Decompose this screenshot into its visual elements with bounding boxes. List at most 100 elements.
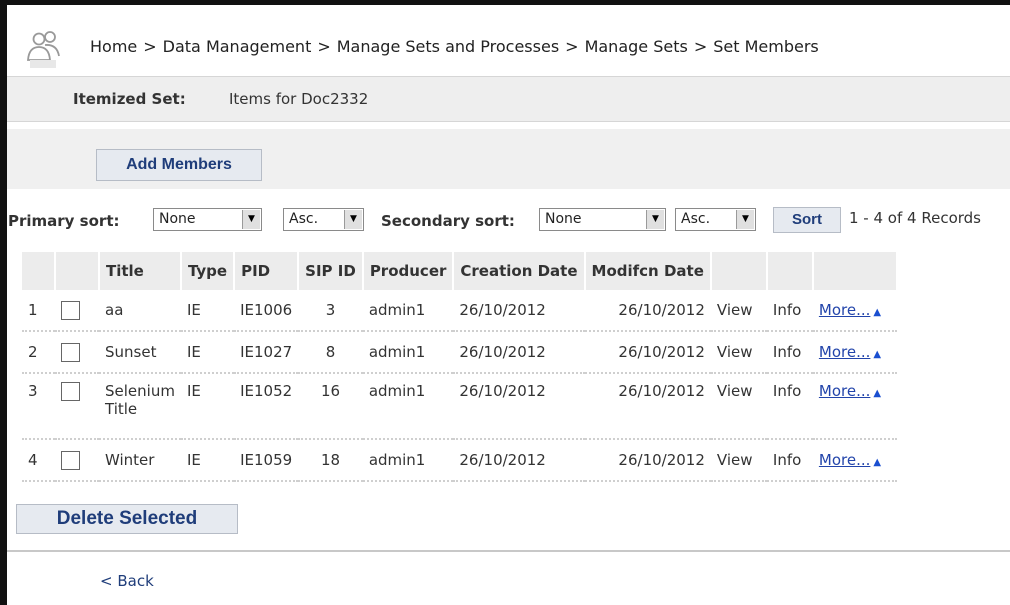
more-link[interactable]: More... <box>819 301 871 319</box>
primary-sort-label: Primary sort: <box>8 212 120 230</box>
row-select-cell <box>55 439 99 482</box>
triangle-up-icon[interactable]: ▲ <box>873 388 881 399</box>
table-row: 2 Sunset IE IE1027 8 admin1 26/10/2012 2… <box>22 331 897 374</box>
header-select <box>55 252 100 290</box>
members-table: Title Type PID SIP ID Producer Creation … <box>22 252 898 482</box>
records-count: 1 - 4 of 4 Records <box>849 209 981 227</box>
row-type: IE <box>180 331 235 374</box>
row-more-cell: More... ▲ <box>812 439 897 482</box>
more-link[interactable]: More... <box>819 343 871 361</box>
header-creation-date[interactable]: Creation Date <box>453 252 586 290</box>
view-link[interactable]: View <box>717 382 753 400</box>
triangle-up-icon[interactable]: ▲ <box>873 307 881 318</box>
row-checkbox[interactable] <box>61 450 80 470</box>
add-members-button[interactable]: Add Members <box>96 149 262 181</box>
more-link[interactable]: More... <box>819 382 871 400</box>
table-row: 1 aa IE IE1006 3 admin1 26/10/2012 26/10… <box>22 290 897 332</box>
row-pid: IE1052 <box>234 373 299 440</box>
secondary-order-select[interactable]: Asc. ▼ <box>675 208 756 231</box>
row-creation-date: 26/10/2012 <box>453 331 585 374</box>
dropdown-arrow-icon: ▼ <box>242 210 260 229</box>
table-row: 4 Winter IE IE1059 18 admin1 26/10/2012 … <box>22 439 897 482</box>
row-modification-date: 26/10/2012 <box>584 290 711 332</box>
view-link[interactable]: View <box>717 343 753 361</box>
primary-sort-value: None <box>159 211 196 227</box>
info-link[interactable]: Info <box>773 301 801 319</box>
set-info-bar: Itemized Set: Items for Doc2332 <box>7 76 1010 122</box>
dropdown-arrow-icon: ▼ <box>736 210 754 229</box>
row-pid: IE1059 <box>234 439 299 482</box>
row-checkbox[interactable] <box>61 382 80 401</box>
breadcrumb-set-members: Set Members <box>713 37 819 56</box>
breadcrumb-bar: Home > Data Management > Manage Sets and Pro… <box>7 14 1010 76</box>
header-pid[interactable]: PID <box>234 252 300 290</box>
row-pid: IE1027 <box>234 331 299 374</box>
set-name: Items for Doc2332 <box>229 90 369 108</box>
view-link[interactable]: View <box>717 301 753 319</box>
breadcrumb-manage-sets-processes[interactable]: Manage Sets and Processes <box>337 37 559 56</box>
header-sip-id[interactable]: SIP ID <box>298 252 364 290</box>
delete-selected-button[interactable]: Delete Selected <box>16 504 238 534</box>
row-view-link[interactable]: View <box>710 331 767 374</box>
back-link[interactable]: < Back <box>100 572 154 590</box>
info-link[interactable]: Info <box>773 382 801 400</box>
row-title-cell: Selenium Title <box>99 373 181 440</box>
triangle-up-icon[interactable]: ▲ <box>873 457 881 468</box>
row-creation-date: 26/10/2012 <box>453 439 585 482</box>
header-modification-date[interactable]: Modifcn Date <box>584 252 712 290</box>
secondary-sort-label: Secondary sort: <box>381 212 515 230</box>
row-info-link[interactable]: Info <box>766 439 813 482</box>
breadcrumb-data-management[interactable]: Data Management <box>163 37 312 56</box>
info-link[interactable]: Info <box>773 343 801 361</box>
row-modification-date: 26/10/2012 <box>584 331 711 374</box>
header-more <box>812 252 898 290</box>
row-producer: admin1 <box>362 373 454 440</box>
row-modification-date: 26/10/2012 <box>584 373 711 440</box>
row-view-link[interactable]: View <box>710 373 767 440</box>
row-sip-id: 8 <box>298 331 363 374</box>
row-number: 3 <box>22 373 55 440</box>
secondary-sort-value: None <box>545 211 582 227</box>
row-info-link[interactable]: Info <box>766 331 813 374</box>
row-producer: admin1 <box>362 290 454 332</box>
table-header-row: Title Type PID SIP ID Producer Creation … <box>22 252 898 290</box>
info-link[interactable]: Info <box>773 451 801 469</box>
row-number: 1 <box>22 290 55 332</box>
row-more-cell: More... ▲ <box>812 373 897 440</box>
triangle-up-icon[interactable]: ▲ <box>873 349 881 360</box>
header-producer[interactable]: Producer <box>362 252 455 290</box>
dropdown-arrow-icon: ▼ <box>344 210 362 229</box>
window-frame: Home > Data Management > Manage Sets and Pro… <box>0 0 1010 605</box>
more-link[interactable]: More... <box>819 451 871 469</box>
row-sip-id: 3 <box>298 290 363 332</box>
header-number <box>22 252 56 290</box>
row-view-link[interactable]: View <box>710 439 767 482</box>
row-more-cell: More... ▲ <box>812 331 897 374</box>
sort-button[interactable]: Sort <box>773 207 841 233</box>
add-members-bar: Add Members <box>7 129 1010 189</box>
breadcrumb-separator: > <box>317 37 331 56</box>
row-type: IE <box>180 439 235 482</box>
row-checkbox[interactable] <box>61 300 80 320</box>
users-icon <box>27 31 60 68</box>
primary-sort-select[interactable]: None ▼ <box>153 208 262 231</box>
header-type[interactable]: Type <box>180 252 236 290</box>
secondary-order-value: Asc. <box>681 211 711 227</box>
row-info-link[interactable]: Info <box>766 373 813 440</box>
row-producer: admin1 <box>362 439 454 482</box>
breadcrumb-separator: > <box>143 37 157 56</box>
primary-order-select[interactable]: Asc. ▼ <box>283 208 364 231</box>
breadcrumb-home[interactable]: Home <box>90 37 137 56</box>
breadcrumb-manage-sets[interactable]: Manage Sets <box>585 37 688 56</box>
view-link[interactable]: View <box>717 451 753 469</box>
breadcrumb-separator: > <box>565 37 579 56</box>
row-checkbox[interactable] <box>61 342 80 362</box>
row-sip-id: 16 <box>298 373 363 440</box>
header-title[interactable]: Title <box>99 252 182 290</box>
sort-bar: Primary sort: None ▼ Asc. ▼ Secondary so… <box>7 196 1010 242</box>
row-info-link[interactable]: Info <box>766 290 813 332</box>
secondary-sort-select[interactable]: None ▼ <box>539 208 666 231</box>
row-view-link[interactable]: View <box>710 290 767 332</box>
row-title: aa <box>99 290 181 332</box>
set-label: Itemized Set: <box>73 90 186 108</box>
